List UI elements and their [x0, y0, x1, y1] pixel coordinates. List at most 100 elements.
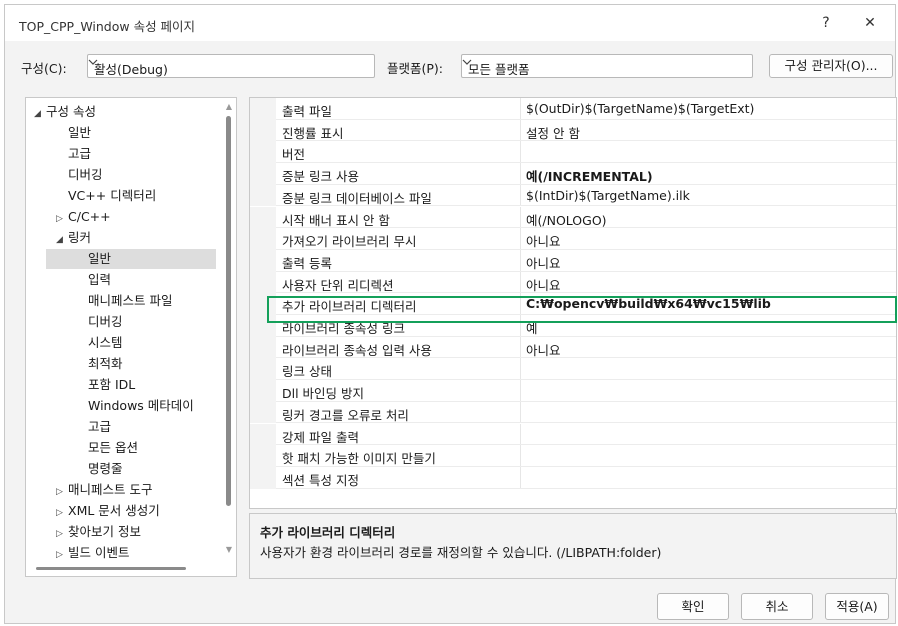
description-title: 추가 라이브러리 디렉터리: [260, 525, 396, 540]
configuration-toolbar: 구성(C): 활성(Debug) 플랫폼(P): 모든 플랫폼 구성 관리자(O…: [21, 53, 893, 79]
scroll-down-icon[interactable]: ▼: [224, 545, 234, 554]
scrollbar-thumb[interactable]: [226, 116, 231, 506]
tree-node[interactable]: 일반: [26, 123, 91, 143]
help-button[interactable]: ?: [815, 13, 837, 33]
tree-node[interactable]: 포함 IDL: [26, 375, 135, 395]
tree-node-label: XML 문서 생성기: [68, 503, 160, 518]
description-panel: 추가 라이브러리 디렉터리 사용자가 환경 라이브러리 경로를 재정의할 수 있…: [249, 513, 897, 579]
tree-node[interactable]: ◢ 링커: [26, 228, 91, 248]
close-button[interactable]: ✕: [859, 13, 881, 33]
window-title: TOP_CPP_Window 속성 페이지: [19, 19, 196, 34]
tree-node[interactable]: ▷ C/C++: [26, 207, 111, 227]
property-value[interactable]: 아니요: [526, 275, 561, 294]
configuration-value: 활성(Debug): [94, 62, 168, 77]
property-value[interactable]: $(IntDir)$(TargetName).ilk: [526, 188, 690, 203]
property-row[interactable]: 시작 배너 표시 안 함 예(/NOLOGO): [250, 206, 896, 229]
title-bar: TOP_CPP_Window 속성 페이지 ? ✕: [5, 5, 895, 41]
expand-arrow-icon[interactable]: ▷: [56, 545, 68, 565]
expand-arrow-icon[interactable]: ▷: [56, 524, 68, 544]
property-value[interactable]: 아니요: [526, 340, 561, 359]
tree-vertical-scrollbar[interactable]: ▲ ▼: [224, 102, 234, 554]
property-row[interactable]: 링커 경고를 오류로 처리: [250, 401, 896, 424]
tree-node[interactable]: Windows 메타데이: [26, 396, 194, 416]
property-row[interactable]: 라이브러리 종속성 입력 사용 아니요: [250, 336, 896, 359]
property-row[interactable]: 강제 파일 출력: [250, 423, 896, 446]
configuration-manager-button[interactable]: 구성 관리자(O)...: [769, 54, 893, 78]
tree-node[interactable]: 모든 옵션: [26, 438, 138, 458]
property-value[interactable]: 설정 안 함: [526, 123, 580, 142]
property-row[interactable]: Dll 바인딩 방지: [250, 380, 896, 402]
tree-node[interactable]: 고급: [26, 417, 111, 437]
platform-label: 플랫폼(P):: [387, 61, 444, 76]
property-value[interactable]: 예(/NOLOGO): [526, 210, 607, 229]
property-row[interactable]: 가져오기 라이브러리 무시 아니요: [250, 228, 896, 250]
tree-node[interactable]: 명령줄: [26, 459, 123, 479]
tree-node[interactable]: 매니페스트 파일: [26, 291, 172, 311]
tree-horizontal-scrollbar[interactable]: [36, 567, 186, 570]
tree-node[interactable]: ▷ XML 문서 생성기: [26, 501, 160, 521]
tree-node[interactable]: 일반: [46, 249, 216, 269]
tree-node[interactable]: VC++ 디렉터리: [26, 186, 156, 206]
property-name: 시작 배너 표시 안 함: [282, 212, 390, 228]
row-gutter: [250, 423, 276, 446]
column-divider: [520, 271, 521, 294]
property-name: 라이브러리 종속성 입력 사용: [282, 342, 432, 358]
property-row[interactable]: 버전: [250, 141, 896, 164]
tree-node-label: C/C++: [68, 209, 111, 224]
tree-node[interactable]: 시스템: [26, 333, 123, 353]
tree-node[interactable]: ▷ 매니페스트 도구: [26, 480, 152, 500]
cancel-button[interactable]: 취소: [741, 593, 813, 620]
property-row[interactable]: 링크 상태: [250, 358, 896, 381]
tree-node[interactable]: 디버깅: [26, 165, 103, 185]
property-name: Dll 바인딩 방지: [282, 386, 365, 402]
highlight-box: [267, 296, 897, 323]
description-text: 사용자가 환경 라이브러리 경로를 재정의할 수 있습니다. (/LIBPATH…: [260, 545, 662, 560]
property-value[interactable]: 아니요: [526, 231, 561, 250]
configuration-dropdown[interactable]: 활성(Debug): [87, 54, 375, 78]
column-divider: [520, 445, 521, 467]
row-gutter: [250, 358, 276, 381]
tree-node-label: 구성 속성: [46, 104, 96, 119]
tree-node[interactable]: ▷ 빌드 이벤트: [26, 543, 129, 563]
collapse-arrow-icon[interactable]: ◢: [56, 230, 68, 250]
row-gutter: [250, 184, 276, 207]
property-row[interactable]: 사용자 단위 리디렉션 아니요: [250, 271, 896, 294]
property-name: 섹션 특성 지정: [282, 472, 359, 488]
row-gutter: [250, 249, 276, 272]
tree-node[interactable]: ▷ 찾아보기 정보: [26, 522, 141, 542]
property-value[interactable]: $(OutDir)$(TargetName)$(TargetExt): [526, 101, 754, 116]
platform-value: 모든 플랫폼: [468, 62, 530, 77]
property-name: 진행률 표시: [282, 125, 344, 141]
tree-node[interactable]: 최적화: [26, 354, 123, 374]
scroll-up-icon[interactable]: ▲: [224, 102, 234, 111]
property-row[interactable]: 진행률 표시 설정 안 함: [250, 119, 896, 142]
property-name: 증분 링크 사용: [282, 169, 359, 185]
property-name: 핫 패치 가능한 이미지 만들기: [282, 451, 436, 467]
expand-arrow-icon[interactable]: ▷: [56, 209, 68, 229]
column-divider: [520, 98, 521, 120]
apply-button[interactable]: 적용(A): [825, 593, 889, 620]
expand-arrow-icon[interactable]: ▷: [56, 503, 68, 523]
property-row[interactable]: 출력 등록 아니요: [250, 249, 896, 272]
property-row[interactable]: 증분 링크 데이터베이스 파일 $(IntDir)$(TargetName).il…: [250, 184, 896, 207]
category-tree[interactable]: ▷ 빌드 이벤트 ▷ 찾아보기 정보 ▷ XML 문서 생성기 ▷ 매니페스트 도구 명령줄 모든…: [25, 97, 237, 577]
tree-node[interactable]: ◢ 구성 속성: [26, 102, 96, 122]
property-row[interactable]: 증분 링크 사용 예(/INCREMENTAL): [250, 163, 896, 185]
property-value[interactable]: 아니요: [526, 253, 561, 272]
tree-node[interactable]: 고급: [26, 144, 91, 164]
ok-button[interactable]: 확인: [657, 593, 729, 620]
property-row[interactable]: 섹션 특성 지정: [250, 466, 896, 489]
property-row[interactable]: 핫 패치 가능한 이미지 만들기: [250, 445, 896, 467]
tree-node-label: 매니페스트 도구: [68, 482, 153, 497]
expand-arrow-icon[interactable]: ▷: [56, 482, 68, 502]
platform-dropdown[interactable]: 모든 플랫폼: [461, 54, 753, 78]
column-divider: [520, 466, 521, 489]
collapse-arrow-icon[interactable]: ◢: [34, 104, 46, 124]
tree-node[interactable]: 입력: [26, 270, 111, 290]
tree-node-label: 고급: [88, 419, 112, 434]
property-row[interactable]: 출력 파일 $(OutDir)$(TargetName)$(TargetExt): [250, 98, 896, 120]
column-divider: [520, 184, 521, 207]
property-value[interactable]: 예(/INCREMENTAL): [526, 166, 653, 185]
column-divider: [520, 423, 521, 446]
tree-node[interactable]: 디버깅: [26, 312, 123, 332]
